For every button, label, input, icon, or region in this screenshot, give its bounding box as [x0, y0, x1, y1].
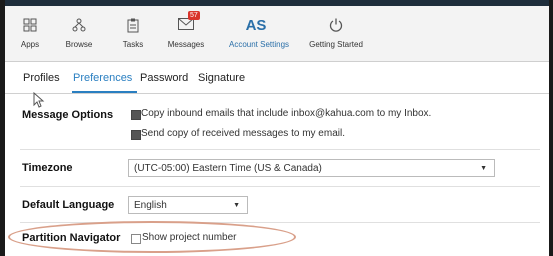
- message-options-label: Message Options: [22, 109, 114, 121]
- toolbar-browse[interactable]: Browse: [60, 6, 98, 61]
- chevron-down-icon: ▼: [480, 165, 487, 172]
- tab-profiles[interactable]: Profiles: [23, 72, 60, 84]
- timezone-label: Timezone: [22, 162, 73, 174]
- account-initials: AS: [245, 17, 267, 34]
- timezone-select[interactable]: (UTC-05:00) Eastern Time (US & Canada) ▼: [128, 159, 495, 177]
- toolbar-tasks[interactable]: Tasks: [117, 6, 149, 61]
- browse-tree-icon: [72, 18, 86, 34]
- active-tab-underline: [72, 91, 137, 93]
- copy-inbound-checkbox[interactable]: [131, 110, 141, 120]
- top-toolbar: Apps Browse Tasks 57 Messages AS Account…: [5, 6, 549, 62]
- timezone-value: (UTC-05:00) Eastern Time (US & Canada): [134, 163, 322, 174]
- tab-password[interactable]: Password: [140, 72, 188, 84]
- toolbar-getting-started[interactable]: Getting Started: [305, 6, 367, 61]
- divider: [20, 149, 540, 150]
- default-language-label: Default Language: [22, 199, 115, 211]
- toolbar-messages-label: Messages: [167, 40, 205, 49]
- copy-inbound-text: Copy inbound emails that include inbox@k…: [141, 108, 432, 119]
- settings-tabs: Profiles Preferences Password Signature: [5, 61, 549, 94]
- highlight-oval: [8, 221, 296, 253]
- apps-grid-icon: [23, 18, 37, 34]
- toolbar-account-settings-label: Account Settings: [229, 40, 290, 49]
- toolbar-apps-label: Apps: [20, 40, 40, 49]
- frame-right-border: [549, 0, 553, 256]
- language-value: English: [134, 200, 167, 211]
- toolbar-apps[interactable]: Apps: [15, 6, 45, 61]
- toolbar-tasks-label: Tasks: [122, 40, 144, 49]
- tasks-clipboard-icon: [127, 18, 139, 35]
- send-copy-text: Send copy of received messages to my ema…: [141, 128, 345, 139]
- send-copy-checkbox[interactable]: [131, 130, 141, 140]
- power-icon: [329, 18, 343, 34]
- chevron-down-icon: ▼: [233, 202, 240, 209]
- divider: [20, 186, 540, 187]
- tab-preferences[interactable]: Preferences: [73, 72, 132, 84]
- toolbar-account-settings[interactable]: AS Account Settings: [229, 6, 290, 61]
- envelope-icon: [178, 18, 194, 32]
- toolbar-browse-label: Browse: [65, 40, 93, 49]
- tab-signature[interactable]: Signature: [198, 72, 245, 84]
- messages-badge: 57: [188, 11, 200, 20]
- toolbar-getting-started-label: Getting Started: [309, 40, 363, 49]
- toolbar-messages[interactable]: 57 Messages: [163, 6, 209, 61]
- language-select[interactable]: English ▼: [128, 196, 248, 214]
